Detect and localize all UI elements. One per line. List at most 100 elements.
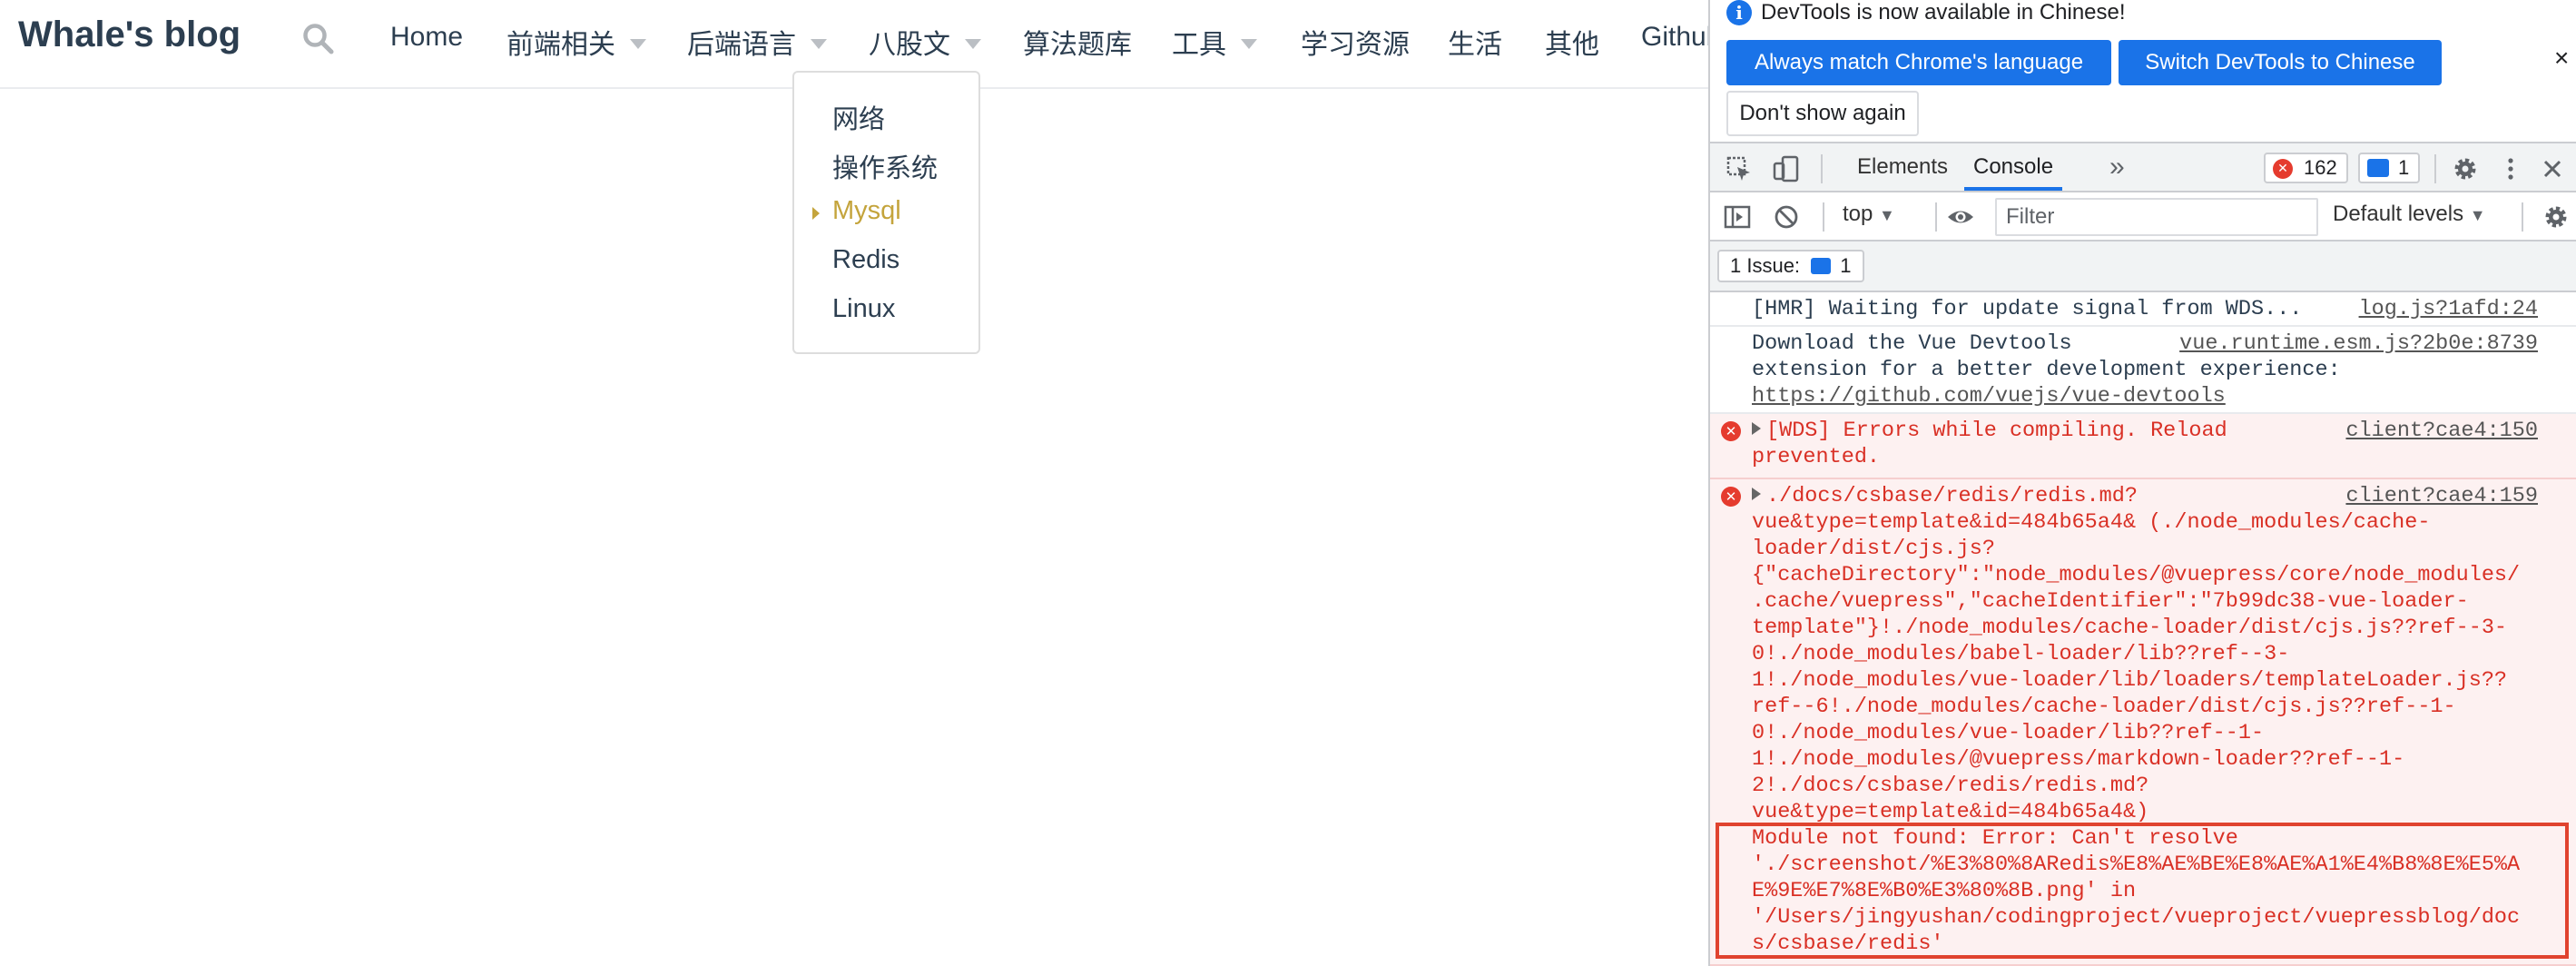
separator	[1823, 202, 1824, 232]
source-link[interactable]: client?cae4:150	[2345, 418, 2538, 444]
nav-resources[interactable]: 学习资源	[1301, 22, 1410, 62]
messages-count: 1	[2398, 156, 2410, 179]
nav-backend[interactable]: 后端语言	[687, 22, 827, 62]
active-arrow-icon	[812, 207, 820, 220]
chevron-down-icon	[811, 38, 827, 49]
error-line: 1!./node_modules/@vuepress/markdown-load…	[1752, 747, 2405, 772]
settings-gear-icon[interactable]	[2451, 154, 2480, 183]
nav-label: 工具	[1172, 30, 1226, 60]
info-icon: i	[1726, 0, 1752, 25]
console-message: Download the Vue Devtools extension for …	[1710, 327, 2576, 414]
tab-console[interactable]: Console	[1964, 143, 2063, 191]
nav-dropdown-menu: 网络 操作系统 Mysql Redis Linux	[792, 71, 980, 354]
console-toolbar: top ▼ Filter Default levels ▼	[1710, 192, 2576, 242]
nav-interview[interactable]: 八股文	[869, 22, 981, 62]
nav-label: 其他	[1545, 30, 1599, 60]
error-line: ./docs/csbase/redis/redis.md?	[1766, 484, 2138, 508]
infobar-message: DevTools is now available in Chinese!	[1761, 0, 2126, 25]
log-levels-select[interactable]: Default levels ▼	[2333, 202, 2486, 227]
nav-github[interactable]: Github	[1641, 22, 1708, 53]
console-error-message: ✕ [WDS] Errors while compiling. Reload p…	[1710, 414, 2576, 479]
source-link[interactable]: client?cae4:159	[2345, 483, 2538, 509]
error-icon: ✕	[1721, 487, 1741, 507]
messages-badge[interactable]: 1	[2358, 153, 2421, 183]
nav-tools[interactable]: 工具	[1172, 22, 1257, 62]
close-devtools-icon[interactable]	[2538, 154, 2567, 183]
nav-label: 学习资源	[1301, 30, 1410, 60]
nav-label: 生活	[1448, 30, 1502, 60]
console-message: [HMR] Waiting for update signal from WDS…	[1710, 292, 2576, 327]
source-link[interactable]: log.js?1afd:24	[2359, 296, 2538, 322]
message-text[interactable]: [WDS] Errors while compiling. Reload	[1752, 418, 2227, 444]
nav-frontend[interactable]: 前端相关	[506, 22, 646, 62]
devtools-tabbar: Elements Console » ✕ 162 1	[1710, 142, 2576, 192]
separator	[1935, 202, 1937, 232]
tab-elements[interactable]: Elements	[1857, 143, 1948, 191]
more-tabs-icon[interactable]: »	[2109, 143, 2125, 191]
dropdown-item-redis[interactable]: Redis	[832, 245, 900, 275]
message-icon	[2367, 159, 2389, 177]
separator	[2434, 154, 2436, 183]
error-line: 0!./node_modules/babel-loader/lib??ref--…	[1752, 642, 2290, 666]
nav-algorithms[interactable]: 算法题库	[1023, 22, 1132, 62]
vue-devtools-link[interactable]: https://github.com/vuejs/vue-devtools	[1752, 383, 2226, 409]
error-line: .cache/vuepress","cacheIdentifier":"7b99…	[1752, 589, 2469, 614]
context-value: top	[1843, 202, 1873, 226]
sidebar-toggle-icon[interactable]	[1723, 202, 1752, 232]
nav-label: 算法题库	[1023, 30, 1132, 60]
kebab-menu-icon[interactable]	[2496, 154, 2525, 183]
dropdown-item-os[interactable]: 操作系统	[832, 147, 938, 185]
errors-badge[interactable]: ✕ 162	[2264, 153, 2348, 183]
language-infobar: i DevTools is now available in Chinese! …	[1710, 0, 2576, 142]
levels-value: Default levels	[2333, 202, 2464, 226]
errors-count: 162	[2304, 156, 2337, 179]
chevron-down-icon	[1241, 38, 1257, 49]
error-line: vue&type=template&id=484b65a4&)	[1752, 800, 2149, 824]
dropdown-item-network[interactable]: 网络	[832, 98, 885, 136]
live-expression-eye-icon[interactable]	[1946, 202, 1975, 232]
filter-input[interactable]: Filter	[1995, 198, 2318, 236]
annotation-highlight-box	[1716, 823, 2569, 959]
match-language-button[interactable]: Always match Chrome's language	[1726, 40, 2111, 85]
chevron-down-icon	[965, 38, 981, 49]
error-line: [WDS] Errors while compiling. Reload	[1766, 419, 2227, 443]
nav-label: Home	[390, 22, 464, 52]
device-toolbar-icon[interactable]	[1772, 154, 1801, 183]
expand-triangle-icon[interactable]	[1752, 488, 1761, 500]
devtools-panel: i DevTools is now available in Chinese! …	[1708, 0, 2576, 966]
nav-label: Github	[1641, 22, 1708, 52]
nav-label: 后端语言	[687, 30, 796, 60]
clear-console-icon[interactable]	[1772, 202, 1801, 232]
dropdown-item-linux[interactable]: Linux	[832, 294, 895, 324]
blog-page: Whale's blog Home 前端相关 后端语言 八股文 算法题库 工具 …	[0, 0, 1708, 966]
error-line: 1!./node_modules/vue-loader/lib/loaders/…	[1752, 668, 2508, 693]
issues-badge[interactable]: 1 Issue: 1	[1717, 250, 1864, 282]
close-icon[interactable]: ×	[2554, 44, 2569, 73]
expand-triangle-icon[interactable]	[1752, 422, 1761, 435]
nav-life[interactable]: 生活	[1448, 22, 1502, 62]
separator	[2522, 202, 2523, 232]
source-link[interactable]: vue.runtime.esm.js?2b0e:8739	[2179, 330, 2538, 357]
nav-home[interactable]: Home	[390, 22, 463, 53]
error-line: vue&type=template&id=484b65a4& (./node_m…	[1752, 510, 2431, 535]
context-select[interactable]: top ▼	[1843, 202, 1895, 227]
message-text[interactable]: ./docs/csbase/redis/redis.md?	[1752, 483, 2138, 509]
nav-other[interactable]: 其他	[1545, 22, 1599, 62]
separator	[1821, 154, 1823, 183]
error-line: loader/dist/cjs.js?	[1752, 537, 1995, 561]
error-line: ref--6!./node_modules/cache-loader/dist/…	[1752, 695, 2456, 719]
console-output: [HMR] Waiting for update signal from WDS…	[1710, 292, 2576, 966]
inspect-element-icon[interactable]	[1725, 154, 1754, 183]
error-icon: ✕	[2273, 159, 2293, 179]
dont-show-again-button[interactable]: Don't show again	[1726, 91, 1919, 136]
dropdown-item-mysql[interactable]: Mysql	[832, 196, 901, 226]
nav-label: 前端相关	[506, 30, 615, 60]
error-line: 0!./node_modules/vue-loader/lib??ref--1-	[1752, 721, 2265, 745]
search-icon[interactable]	[301, 22, 336, 56]
site-name-link[interactable]: Whale's blog	[18, 15, 241, 55]
issues-label: 1 Issue:	[1730, 254, 1801, 277]
error-line: 2!./docs/csbase/redis/redis.md?	[1752, 774, 2149, 798]
switch-language-button[interactable]: Switch DevTools to Chinese	[2119, 40, 2442, 85]
console-settings-gear-icon[interactable]	[2542, 202, 2571, 232]
